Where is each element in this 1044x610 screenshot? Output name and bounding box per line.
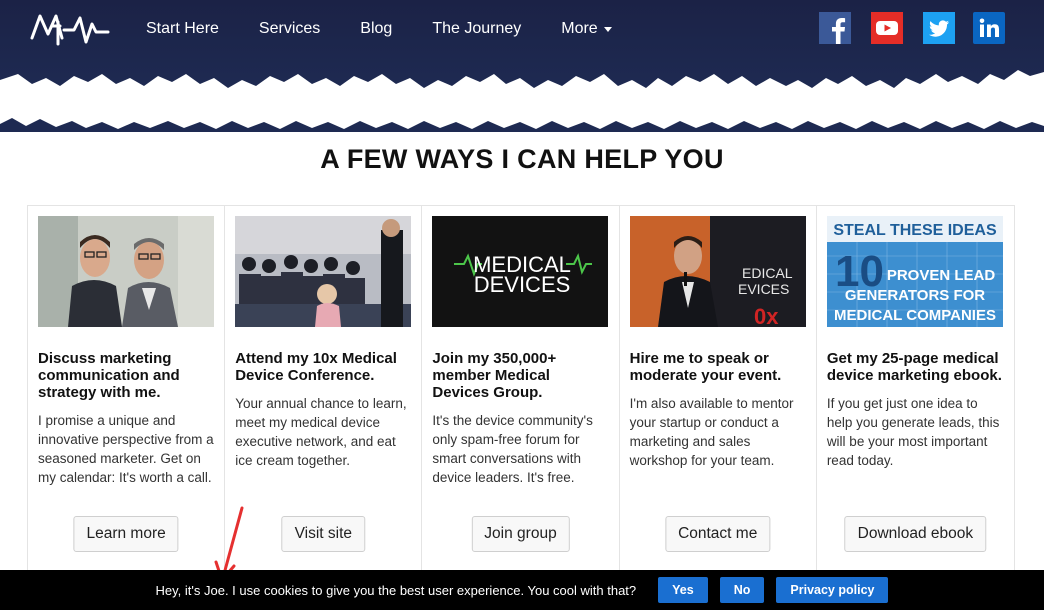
- card-description: I promise a unique and innovative perspe…: [38, 413, 214, 485]
- nav-the-journey[interactable]: The Journey: [432, 18, 521, 40]
- learn-more-button[interactable]: Learn more: [73, 516, 179, 552]
- caret-down-icon: [603, 26, 612, 32]
- card-title: Hire me to speak or moderate your event.: [629, 350, 782, 384]
- banner-text-evices: EVICES: [738, 281, 789, 297]
- ebook-text-companies: MEDICAL COMPANIES: [834, 307, 996, 324]
- card-title: Discuss marketing communication and stra…: [38, 350, 180, 401]
- card-image-speaker: EDICAL EVICES 0x: [629, 216, 806, 327]
- cookie-yes-button[interactable]: Yes: [658, 577, 708, 603]
- card-image-conference-audience: [235, 216, 412, 327]
- youtube-icon[interactable]: [871, 12, 903, 44]
- nav-services[interactable]: Services: [259, 18, 320, 40]
- site-header: Start Here Services Blog The Journey Mor…: [0, 0, 1044, 132]
- card-title: Attend my 10x Medical Device Conference.: [235, 350, 397, 384]
- banner-text-edical: EDICAL: [742, 265, 793, 281]
- ebook-text-steal: STEAL THESE IDEAS: [833, 222, 997, 239]
- twitter-icon[interactable]: [923, 12, 955, 44]
- nav-blog[interactable]: Blog: [360, 18, 392, 40]
- nav-more-label: More: [561, 20, 598, 37]
- card-title: Join my 350,000+ member Medical Devices …: [432, 350, 557, 401]
- cookie-consent-bar: Hey, it's Joe. I use cookies to give you…: [0, 570, 1044, 610]
- card-conference: Attend my 10x Medical Device Conference.…: [225, 206, 423, 584]
- card-description: It's the device community's only spam-fr…: [432, 413, 593, 485]
- nav-start-here[interactable]: Start Here: [146, 18, 219, 40]
- site-logo[interactable]: [30, 8, 110, 48]
- card-image-two-men: [38, 216, 214, 327]
- services-cards: Discuss marketing communication and stra…: [27, 205, 1015, 585]
- facebook-icon[interactable]: [819, 12, 851, 44]
- nav-more-dropdown[interactable]: More: [561, 18, 612, 40]
- card-description: Your annual chance to learn, meet my med…: [235, 396, 407, 468]
- download-ebook-button[interactable]: Download ebook: [844, 516, 987, 552]
- card-discuss-marketing: Discuss marketing communication and stra…: [28, 206, 226, 584]
- card-description: I'm also available to mentor your startu…: [629, 396, 794, 468]
- cookie-no-button[interactable]: No: [719, 577, 765, 603]
- card-image-ebook-cover: STEAL THESE IDEAS 10 PROVEN LEAD GENERAT…: [826, 216, 1003, 327]
- ebook-text-generators: GENERATORS FOR: [845, 287, 985, 304]
- ebook-text-proven: PROVEN LEAD: [887, 267, 996, 284]
- banner-text-10x: 0x: [754, 304, 779, 327]
- section-title: A FEW WAYS I CAN HELP YOU: [320, 144, 724, 174]
- cookie-message: Hey, it's Joe. I use cookies to give you…: [155, 582, 637, 598]
- card-title: Get my 25-page medical device marketing …: [826, 350, 1002, 384]
- linkedin-icon[interactable]: [973, 12, 1005, 44]
- logo-text-devices: DEVICES: [474, 272, 571, 297]
- card-ebook: STEAL THESE IDEAS 10 PROVEN LEAD GENERAT…: [817, 206, 1014, 584]
- card-speaking: EDICAL EVICES 0x Hire me to speak or mod…: [620, 206, 817, 584]
- contact-me-button[interactable]: Contact me: [665, 516, 771, 552]
- main-nav: Start Here Services Blog The Journey Mor…: [146, 18, 652, 40]
- visit-site-button[interactable]: Visit site: [281, 516, 366, 552]
- card-description: If you get just one idea to help you gen…: [826, 396, 1000, 468]
- card-medical-devices-group: MEDICAL DEVICES Join my 350,000+ member …: [422, 206, 620, 584]
- card-image-medical-devices-logo: MEDICAL DEVICES: [432, 216, 609, 327]
- privacy-policy-button[interactable]: Privacy policy: [776, 577, 889, 603]
- join-group-button[interactable]: Join group: [471, 516, 570, 552]
